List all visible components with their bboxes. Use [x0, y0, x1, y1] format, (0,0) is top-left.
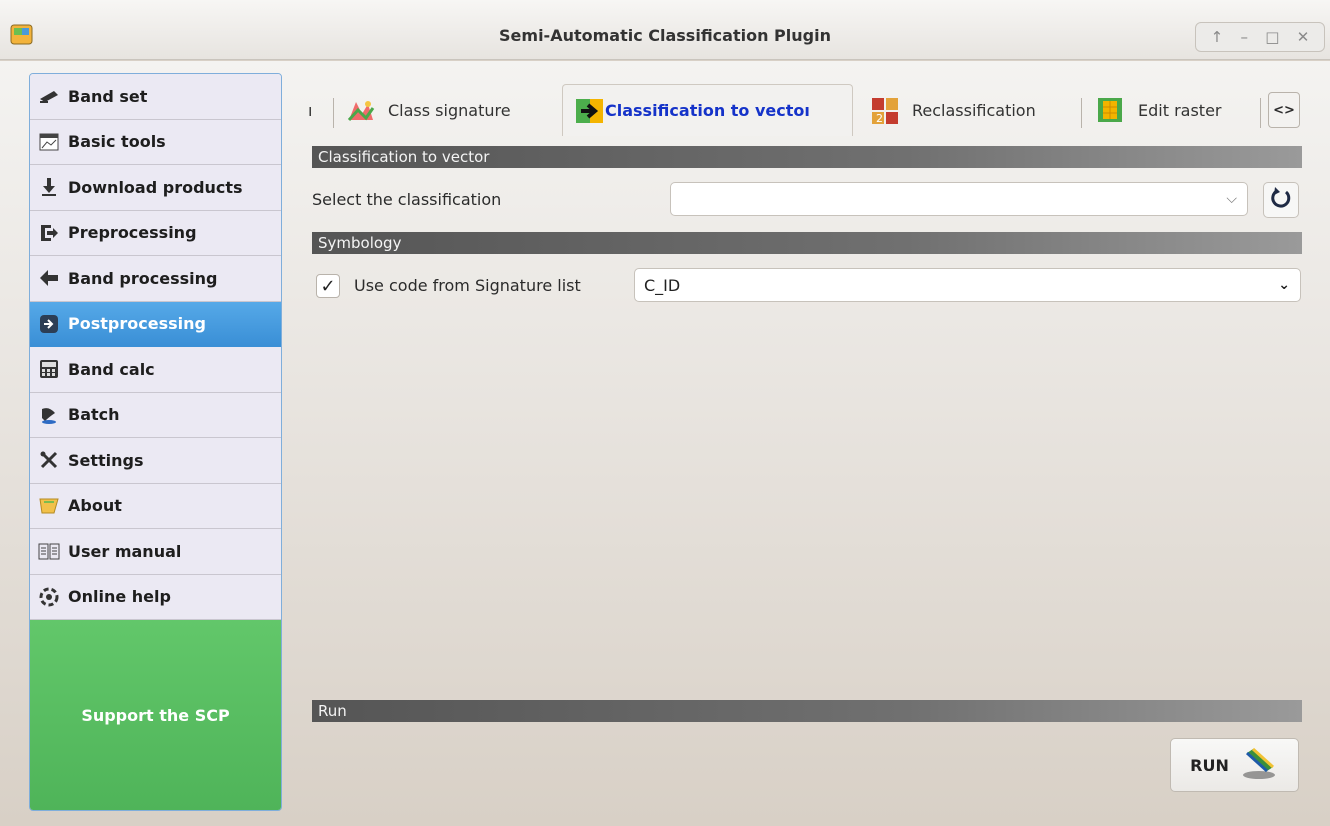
- section-header-run: Run: [312, 700, 1302, 722]
- calculator-icon: [38, 359, 60, 379]
- section-header-classification-to-vector: Classification to vector: [312, 146, 1302, 168]
- refresh-icon: [1269, 186, 1293, 214]
- edit-raster-icon: [1096, 96, 1126, 124]
- sidebar-item-label: Band calc: [68, 359, 155, 379]
- classification-to-vector-icon: [575, 97, 605, 125]
- window-title: Semi-Automatic Classification Plugin: [499, 26, 831, 45]
- sidebar-item-label: Band processing: [68, 268, 218, 288]
- batch-icon: [38, 405, 60, 425]
- sidebar-item-about[interactable]: About: [30, 483, 281, 529]
- svg-text:2: 2: [876, 112, 883, 125]
- sidebar-item-label: Settings: [68, 450, 144, 470]
- maximize-button[interactable]: □: [1265, 28, 1279, 46]
- sidebar-item-user-manual[interactable]: User manual: [30, 529, 281, 575]
- code-field-value: C_ID: [644, 275, 681, 295]
- band-processing-icon: [38, 268, 60, 288]
- window-controls: ↑ – □ ✕: [1195, 22, 1325, 52]
- tab-scroll-buttons[interactable]: <>: [1268, 92, 1300, 128]
- sidebar: Band set Basic tools Download products P…: [29, 73, 282, 811]
- sidebar-item-label: Band set: [68, 86, 148, 106]
- run-icon: [1239, 745, 1279, 785]
- use-code-checkbox[interactable]: ✓: [316, 274, 340, 298]
- sidebar-item-label: Online help: [68, 587, 171, 607]
- sidebar-item-band-processing[interactable]: Band processing: [30, 256, 281, 302]
- tab-reclassification[interactable]: 2 Reclassification: [870, 84, 1036, 136]
- tab-edit-raster[interactable]: Edit raster: [1096, 84, 1221, 136]
- help-icon: [38, 587, 60, 607]
- sidebar-item-batch[interactable]: Batch: [30, 392, 281, 438]
- tab-label: Edit raster: [1138, 100, 1222, 120]
- tab-label: Reclassification: [912, 100, 1036, 120]
- sidebar-item-label: User manual: [68, 541, 182, 561]
- run-button[interactable]: RUN: [1170, 738, 1299, 792]
- manual-icon: [38, 541, 60, 561]
- sidebar-item-online-help[interactable]: Online help: [30, 574, 281, 620]
- sidebar-item-band-set[interactable]: Band set: [30, 74, 281, 120]
- run-button-label: RUN: [1190, 755, 1229, 775]
- postprocessing-icon: [38, 314, 60, 334]
- code-field-combo[interactable]: C_ID ⌄: [634, 268, 1301, 302]
- tab-class-signature[interactable]: Class signature: [346, 84, 511, 136]
- sidebar-item-settings[interactable]: Settings: [30, 438, 281, 484]
- tab-separator: [1260, 98, 1261, 128]
- sidebar-item-label: Download products: [68, 177, 243, 197]
- minimize-button[interactable]: –: [1241, 28, 1249, 46]
- section-header-symbology: Symbology: [312, 232, 1302, 254]
- select-classification-label: Select the classification: [312, 190, 502, 209]
- sidebar-item-download-products[interactable]: Download products: [30, 165, 281, 211]
- sidebar-item-label: Basic tools: [68, 132, 166, 152]
- tab-label: Class signature: [388, 100, 511, 120]
- sidebar-item-band-calc[interactable]: Band calc: [30, 347, 281, 393]
- class-signature-icon: [346, 96, 376, 124]
- sidebar-item-basic-tools[interactable]: Basic tools: [30, 119, 281, 165]
- refresh-button[interactable]: [1263, 182, 1299, 218]
- chevron-down-icon: ⌵: [1226, 191, 1237, 207]
- pencil-icon: [38, 86, 60, 106]
- basic-tools-icon: [38, 132, 60, 152]
- sidebar-item-label: Postprocessing: [68, 314, 206, 334]
- tab-separator: [333, 98, 334, 128]
- check-icon: ✓: [320, 275, 336, 297]
- classification-combo[interactable]: ⌵: [670, 182, 1248, 216]
- sidebar-item-postprocessing[interactable]: Postprocessing: [30, 301, 281, 347]
- tab-separator: [1081, 98, 1082, 128]
- reclassification-icon: 2: [870, 96, 900, 125]
- about-icon: [38, 496, 60, 516]
- keep-above-button[interactable]: ↑: [1211, 28, 1224, 46]
- preprocessing-icon: [38, 223, 60, 243]
- sidebar-item-label: Preprocessing: [68, 223, 197, 243]
- title-bar: Semi-Automatic Classification Plugin ↑ –…: [0, 0, 1330, 60]
- tab-label: Classification to vectoı: [605, 101, 810, 120]
- sidebar-item-label: About: [68, 496, 122, 516]
- support-the-scp-button[interactable]: Support the SCP: [30, 620, 281, 810]
- settings-icon: [38, 450, 60, 470]
- tab-partial-previous[interactable]: ı: [308, 84, 312, 136]
- close-button[interactable]: ✕: [1297, 28, 1310, 46]
- use-code-label: Use code from Signature list: [354, 276, 581, 295]
- sidebar-item-label: Batch: [68, 405, 120, 425]
- chevron-down-icon: ⌄: [1278, 277, 1290, 293]
- sidebar-item-preprocessing[interactable]: Preprocessing: [30, 210, 281, 256]
- tab-bar: ı Class signature Classification to vect…: [300, 84, 1315, 136]
- download-icon: [38, 177, 60, 197]
- tab-classification-to-vector[interactable]: Classification to vectoı: [562, 84, 853, 136]
